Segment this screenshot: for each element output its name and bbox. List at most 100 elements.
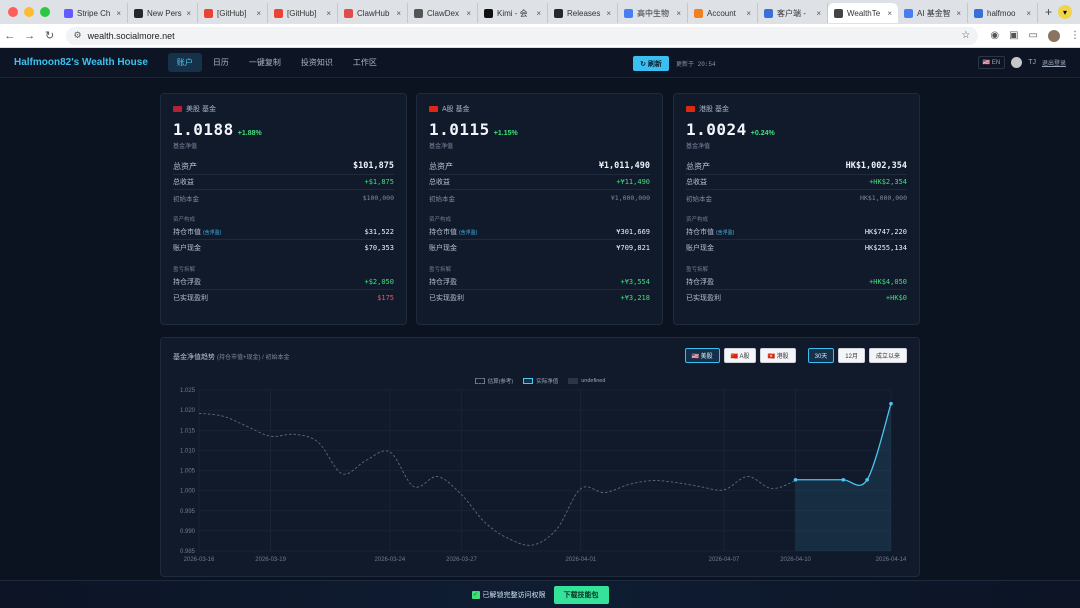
nav-item[interactable]: 投资知识 bbox=[292, 53, 342, 72]
check-icon: ✓ bbox=[471, 590, 480, 599]
row-label: 持仓市值 (含浮盈) bbox=[429, 227, 477, 237]
tab-favicon-icon bbox=[274, 8, 283, 18]
nav-item[interactable]: 一键复制 bbox=[240, 53, 290, 72]
nav-item[interactable]: 工作区 bbox=[344, 53, 386, 72]
language-toggle[interactable]: 🇺🇸 EN bbox=[977, 56, 1006, 69]
browser-tab[interactable]: Kimi - 会 × bbox=[478, 3, 548, 23]
fund-title-text: 美股 基金 bbox=[186, 106, 216, 113]
tab-favicon-icon bbox=[904, 8, 913, 18]
section-label: 资产构成 bbox=[173, 217, 196, 223]
reload-icon[interactable]: ↻ bbox=[40, 29, 60, 42]
nav-row: 1.0188 +1.88% bbox=[173, 120, 394, 139]
refresh-button[interactable]: ↻ 刷新 bbox=[633, 56, 669, 71]
tab-favicon-icon bbox=[554, 8, 563, 18]
holding-tag: (含浮盈) bbox=[716, 230, 735, 236]
section-label: 盈亏拆解 bbox=[429, 267, 452, 273]
minimize-window-button[interactable] bbox=[24, 7, 34, 17]
fund-nav-value: 1.0188 bbox=[173, 120, 234, 139]
tab-close-icon[interactable]: × bbox=[887, 9, 892, 18]
actual-data-point bbox=[865, 477, 869, 482]
section-label: 资产构成 bbox=[686, 217, 709, 223]
tab-search-icon[interactable]: ▾ bbox=[1058, 5, 1072, 19]
tab-close-icon[interactable]: × bbox=[536, 9, 541, 18]
nav-item[interactable]: 日历 bbox=[204, 53, 238, 72]
browser-tab[interactable]: Releases × bbox=[548, 3, 618, 23]
browser-tab[interactable]: WealthTe × bbox=[828, 3, 898, 23]
browser-tab[interactable]: Stripe Ch × bbox=[58, 3, 128, 23]
browser-tab[interactable]: [GitHub] × bbox=[198, 3, 268, 23]
profile-avatar[interactable] bbox=[1048, 29, 1060, 42]
bottom-banner: ✓ 已解锁完整访问权限 下载技能包 bbox=[0, 580, 1080, 608]
browser-tab[interactable]: AI 基金智 × bbox=[898, 3, 968, 23]
tab-close-icon[interactable]: × bbox=[676, 9, 681, 18]
unlock-status: ✓ 已解锁完整访问权限 bbox=[471, 590, 546, 600]
browser-tab[interactable]: Account × bbox=[688, 3, 758, 23]
y-tick-label: 1.020 bbox=[180, 408, 196, 414]
puzzle-icon[interactable]: ▣ bbox=[1009, 30, 1018, 41]
forward-icon[interactable]: → bbox=[20, 30, 40, 42]
tab-close-icon[interactable]: × bbox=[326, 9, 331, 18]
tab-title: ClawHub bbox=[357, 8, 390, 18]
tab-close-icon[interactable]: × bbox=[396, 9, 401, 18]
y-tick-label: 1.015 bbox=[180, 428, 196, 434]
tab-title: Kimi - 会 bbox=[497, 8, 528, 18]
tab-favicon-icon bbox=[694, 8, 703, 18]
holding-value-row: 持仓市值 (含浮盈) $31,522 bbox=[173, 225, 394, 240]
bookmark-star-icon[interactable]: ☆ bbox=[961, 30, 970, 41]
tab-close-icon[interactable]: × bbox=[606, 9, 611, 18]
cash-value: ¥709,821 bbox=[616, 243, 650, 252]
browser-tab[interactable]: 客户端 - × bbox=[758, 3, 828, 23]
user-avatar[interactable] bbox=[1011, 57, 1023, 68]
actual-data-point bbox=[841, 477, 846, 482]
browser-tab[interactable]: New Pers × bbox=[128, 3, 198, 23]
zoom-window-button[interactable] bbox=[40, 7, 50, 17]
browser-tab[interactable]: ClawDex × bbox=[408, 3, 478, 23]
brand-title[interactable]: Halfmoon82's Wealth House bbox=[14, 57, 148, 68]
tab-close-icon[interactable]: × bbox=[816, 9, 821, 18]
tab-close-icon[interactable]: × bbox=[186, 9, 191, 18]
sidebar-icon[interactable]: ▭ bbox=[1029, 30, 1038, 41]
extension-icon[interactable]: ◉ bbox=[990, 30, 999, 41]
row-label: 总资产 bbox=[173, 161, 197, 171]
tab-close-icon[interactable]: × bbox=[746, 9, 751, 18]
total-assets-value: HK$1,002,354 bbox=[845, 161, 907, 171]
menu-kebab-icon[interactable]: ⋮ bbox=[1070, 30, 1080, 41]
close-window-button[interactable] bbox=[8, 7, 18, 17]
new-tab-button[interactable]: + bbox=[1039, 5, 1058, 19]
back-icon[interactable]: ← bbox=[0, 30, 20, 42]
browser-tab[interactable]: ClawHub × bbox=[338, 3, 408, 23]
total-assets-value: ¥1,011,490 bbox=[598, 161, 650, 171]
cash-value: $70,353 bbox=[364, 243, 394, 252]
row-label: 已实现盈利 bbox=[429, 294, 464, 302]
tab-close-icon[interactable]: × bbox=[466, 9, 471, 18]
holding-tag: (含浮盈) bbox=[459, 230, 478, 236]
tab-close-icon[interactable]: × bbox=[116, 9, 121, 18]
tab-close-icon[interactable]: × bbox=[256, 9, 261, 18]
total-gain-value: +HK$2,354 bbox=[869, 178, 907, 186]
logout-link[interactable]: 退出登录 bbox=[1042, 58, 1066, 67]
nav-item[interactable]: 账户 bbox=[167, 53, 202, 72]
download-skill-pack-button[interactable]: 下载技能包 bbox=[553, 585, 609, 604]
row-label: 已实现盈利 bbox=[173, 294, 208, 302]
tab-favicon-icon bbox=[64, 8, 73, 18]
address-bar[interactable]: ⚙ wealth.socialmore.net ☆ bbox=[65, 26, 979, 45]
float-pnl-value: +$2,050 bbox=[364, 278, 394, 286]
browser-tab[interactable]: halfmoo × bbox=[968, 3, 1038, 23]
holding-value: $31,522 bbox=[364, 228, 394, 236]
tab-favicon-icon bbox=[204, 8, 213, 18]
browser-tabs: Stripe Ch × New Pers × [GitHub] × [GitHub] × Cla… bbox=[58, 0, 1039, 24]
initial-capital-row: 初始本金 ¥1,000,000 bbox=[429, 190, 650, 205]
fund-card: 美股 基金 1.0188 +1.88% 基金净值 总资产 $101,875 总收… bbox=[160, 93, 407, 325]
browser-toolbar: ← → ↻ ⚙ wealth.socialmore.net ☆ ◉ ▣ ▭ ⋮ bbox=[0, 24, 1080, 48]
fund-nav-change: +1.88% bbox=[237, 130, 262, 137]
row-label: 账户现金 bbox=[686, 244, 714, 252]
tab-close-icon[interactable]: × bbox=[1026, 9, 1031, 18]
tab-title: Releases bbox=[567, 8, 601, 18]
site-info-icon[interactable]: ⚙ bbox=[74, 30, 82, 41]
tab-close-icon[interactable]: × bbox=[956, 9, 961, 18]
browser-tab[interactable]: [GitHub] × bbox=[268, 3, 338, 23]
fund-nav-change: +1.15% bbox=[493, 130, 518, 137]
total-gain-value: +¥11,490 bbox=[616, 178, 650, 186]
browser-tab[interactable]: 高中生物 × bbox=[618, 3, 688, 23]
y-tick-label: 0.995 bbox=[180, 509, 196, 515]
